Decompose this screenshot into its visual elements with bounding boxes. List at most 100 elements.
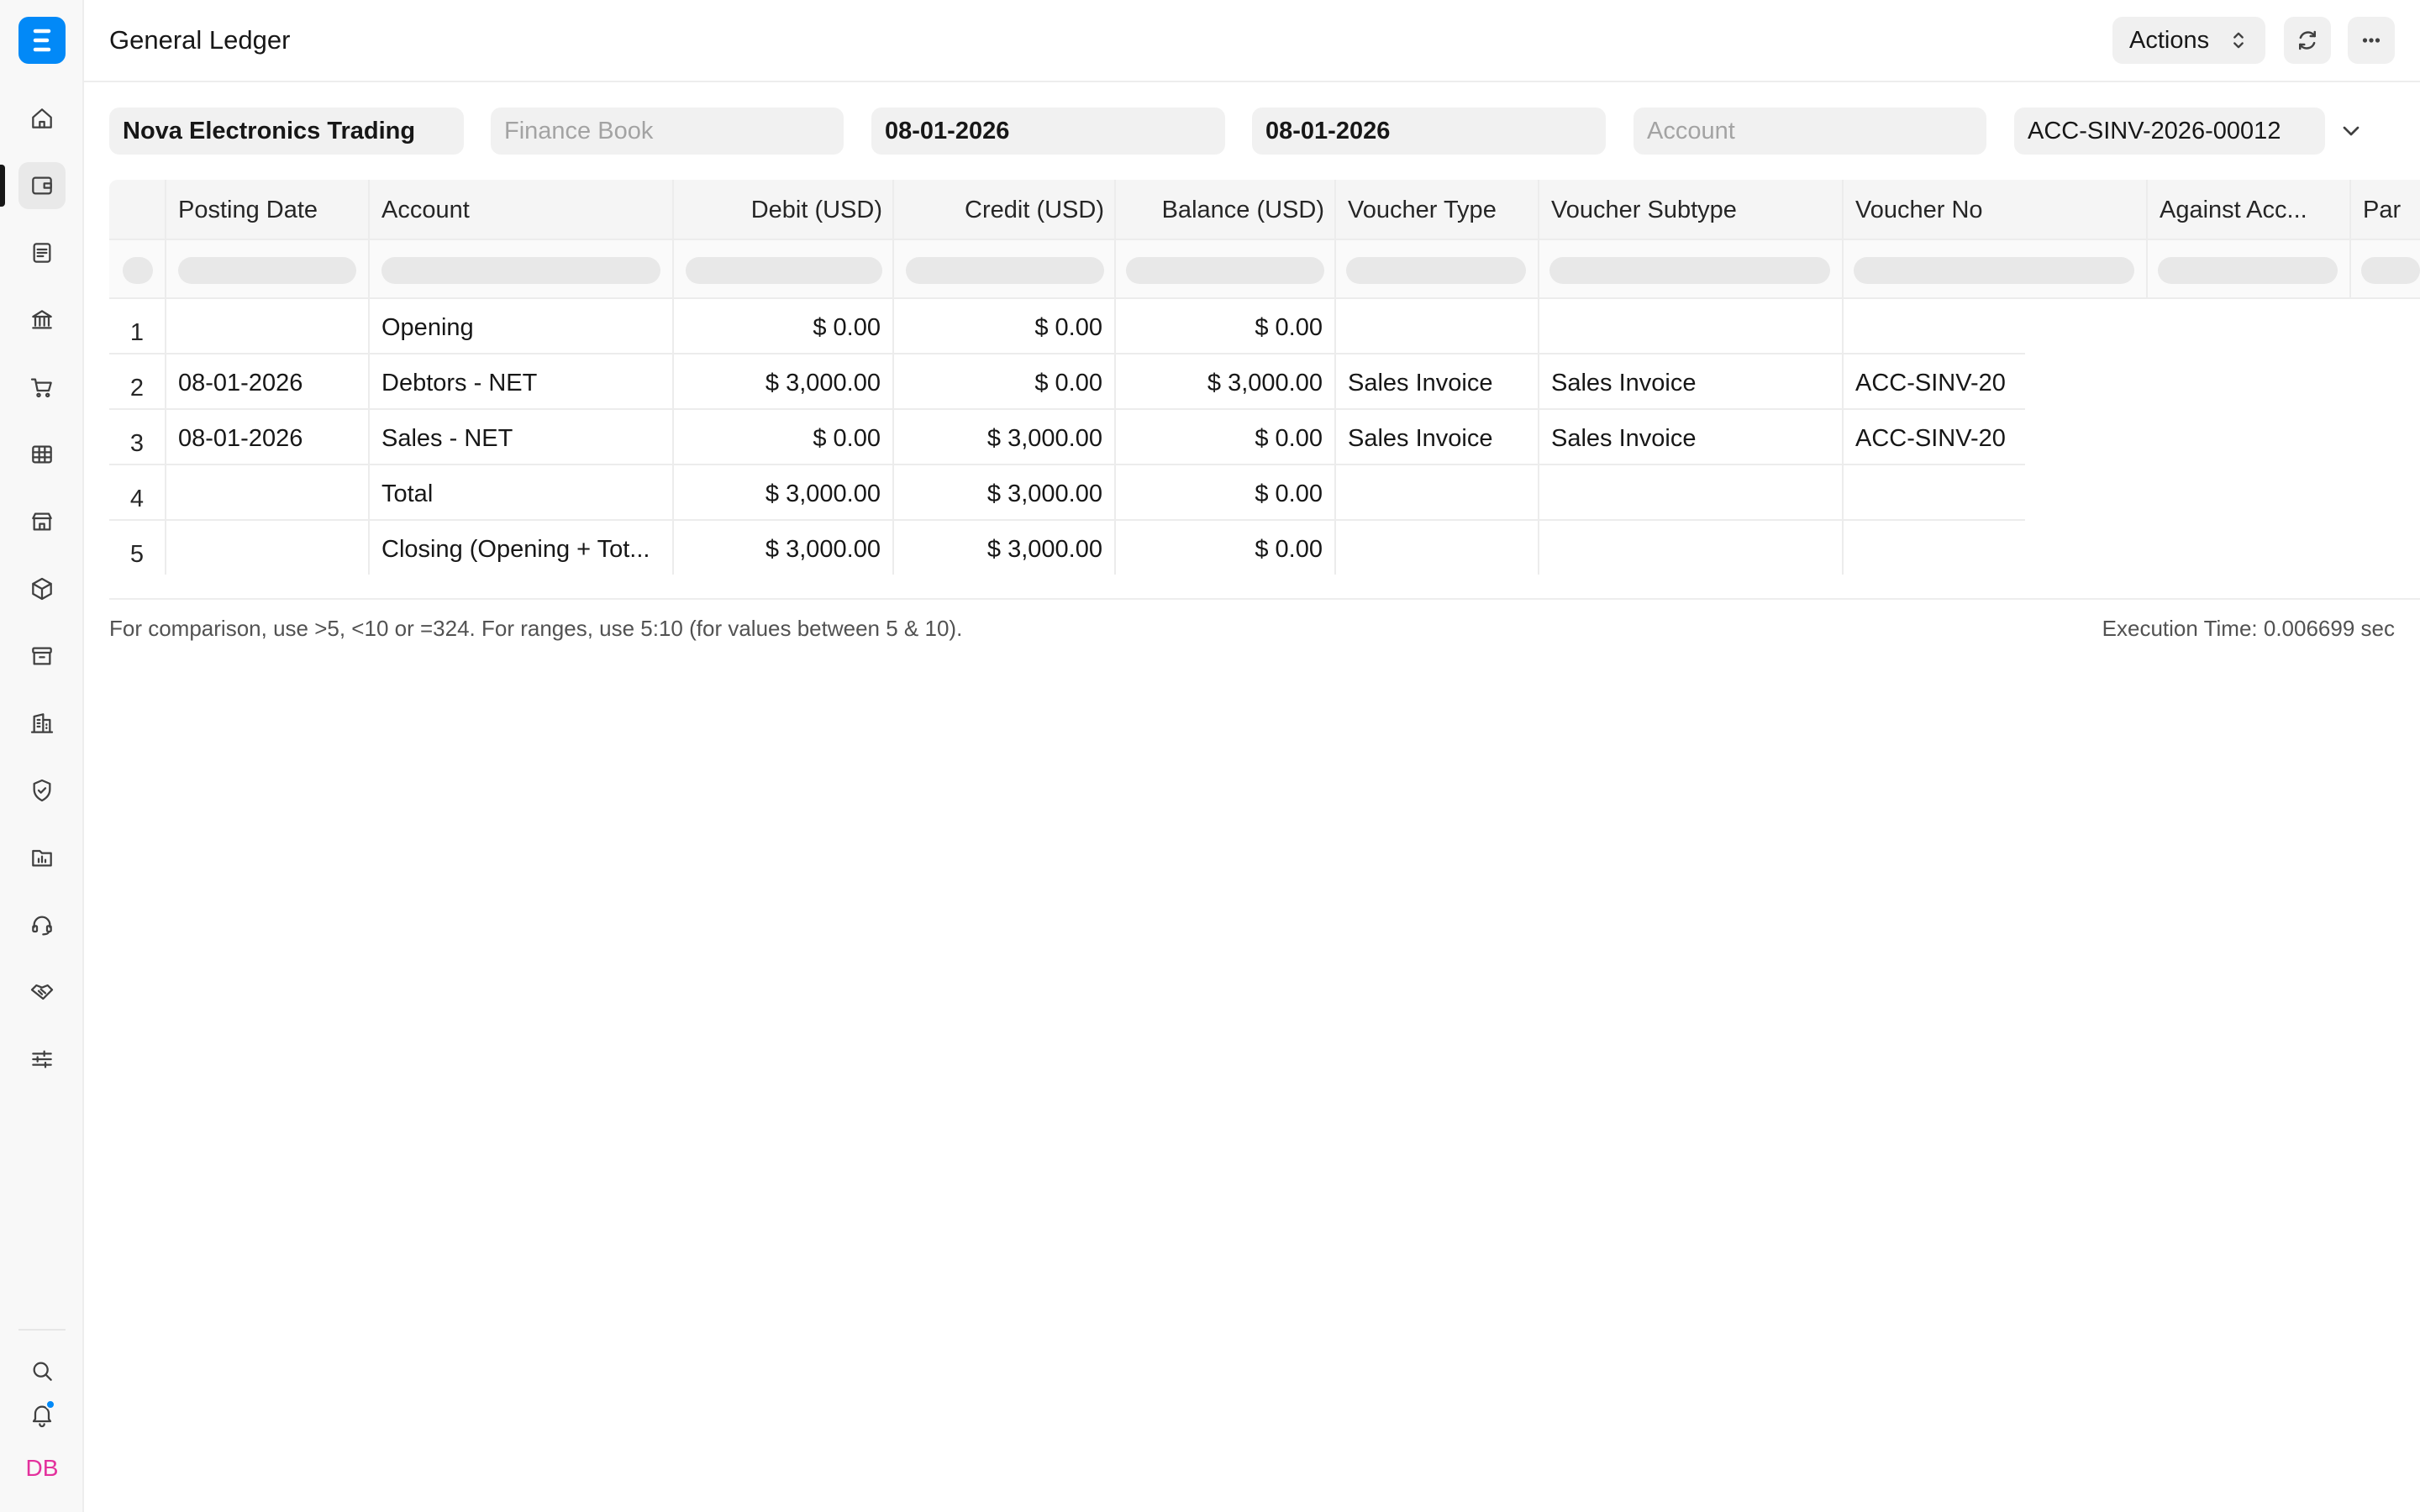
app-logo[interactable] xyxy=(18,17,66,64)
cell-posting-date xyxy=(166,465,368,521)
sidebar-item-documents[interactable] xyxy=(18,229,66,276)
box-icon xyxy=(32,577,52,601)
sidebar-item-home[interactable] xyxy=(18,95,66,142)
cell-voucher-subtype: Sales Invoice xyxy=(1551,370,1697,396)
home-icon xyxy=(32,108,52,129)
cell-balance: $ 0.00 xyxy=(1255,425,1323,452)
sidebar-item-stock[interactable] xyxy=(18,565,66,612)
cell-voucher-subtype: Sales Invoice xyxy=(1551,425,1697,452)
active-nav-marker xyxy=(0,165,5,207)
column-filter-voucher-type[interactable] xyxy=(1346,257,1526,284)
cell-voucher-subtype xyxy=(1539,521,1842,575)
cell-voucher-type xyxy=(1336,465,1538,521)
finance-book-filter[interactable]: Finance Book xyxy=(491,108,844,155)
table-icon xyxy=(32,445,52,464)
cell-voucher-no[interactable]: ACC-SINV-20 xyxy=(1844,410,2025,465)
cell-voucher-no xyxy=(1844,465,2025,521)
sidebar-item-organization[interactable] xyxy=(18,700,66,747)
cell-posting-date xyxy=(166,521,368,575)
table-row[interactable]: 1 Opening $ 0.00 $ 0.00 $ 0.00 xyxy=(109,299,2025,354)
search-button[interactable] xyxy=(18,1347,66,1394)
table-row[interactable]: 2 08-01-2026 Debtors - NET $ 3,000.00 $ … xyxy=(109,354,2025,410)
row-filter-index[interactable] xyxy=(123,257,153,284)
cell-balance: $ 0.00 xyxy=(1255,314,1323,341)
column-header-posting-date[interactable]: Posting Date xyxy=(166,180,368,240)
cell-debit: $ 3,000.00 xyxy=(765,370,881,396)
building-icon xyxy=(30,713,54,733)
column-filter-against-account[interactable] xyxy=(2158,257,2338,284)
company-filter[interactable]: Nova Electronics Trading xyxy=(109,108,464,155)
sidebar-item-accounting[interactable] xyxy=(18,162,66,209)
sidebar-item-crm[interactable] xyxy=(18,969,66,1016)
sidebar-item-reports[interactable] xyxy=(18,431,66,478)
cell-account[interactable]: Debtors - NET xyxy=(370,354,672,410)
column-header-voucher-no[interactable]: Voucher No xyxy=(1844,180,2146,240)
from-date-filter[interactable]: 08-01-2026 xyxy=(871,108,1225,155)
cart-icon xyxy=(30,378,52,398)
column-filter-debit[interactable] xyxy=(686,257,882,284)
column-filter-account[interactable] xyxy=(381,257,660,284)
actions-label: Actions xyxy=(2129,26,2210,54)
notifications-button[interactable] xyxy=(18,1391,66,1438)
voucher-no-filter[interactable]: ACC-SINV-2026-00012 xyxy=(2014,108,2325,155)
folder-chart-icon xyxy=(32,849,52,867)
table-header: Posting Date Account Debit (USD) Credit … xyxy=(109,180,2420,240)
column-header-account[interactable]: Account xyxy=(370,180,672,240)
cell-credit: $ 3,000.00 xyxy=(986,425,1102,452)
sidebar-item-selling[interactable] xyxy=(18,498,66,545)
shield-icon xyxy=(33,779,51,802)
execution-time: Execution Time: 0.006699 sec xyxy=(2102,616,2395,641)
page-title: General Ledger xyxy=(109,25,291,55)
refresh-button[interactable] xyxy=(2284,17,2331,64)
headset-icon xyxy=(32,916,52,936)
column-filter-credit[interactable] xyxy=(906,257,1104,284)
notification-dot xyxy=(45,1399,55,1410)
to-date-filter[interactable]: 08-01-2026 xyxy=(1252,108,1606,155)
sidebar-divider xyxy=(18,1329,66,1331)
cell-balance: $ 0.00 xyxy=(1255,536,1323,563)
sidebar-item-settings[interactable] xyxy=(18,1036,66,1083)
column-header-debit[interactable]: Debit (USD) xyxy=(674,180,894,240)
column-header-voucher-type[interactable]: Voucher Type xyxy=(1336,180,1538,240)
cell-balance: $ 3,000.00 xyxy=(1207,370,1323,396)
sidebar-item-banking[interactable] xyxy=(18,297,66,344)
column-filter-balance[interactable] xyxy=(1126,257,1324,284)
actions-button[interactable]: Actions xyxy=(2112,17,2265,64)
cell-voucher-subtype xyxy=(1539,465,1842,521)
cell-balance: $ 0.00 xyxy=(1255,480,1323,507)
cell-voucher-type xyxy=(1336,299,1538,354)
table-row[interactable]: 4 Total $ 3,000.00 $ 3,000.00 $ 0.00 xyxy=(109,465,2025,521)
column-header-party[interactable]: Par xyxy=(2351,180,2420,240)
sidebar-item-projects[interactable] xyxy=(18,834,66,881)
cell-account: Opening xyxy=(381,314,474,341)
column-header-credit[interactable]: Credit (USD) xyxy=(896,180,1116,240)
cell-account[interactable]: Sales - NET xyxy=(370,410,672,465)
sidebar-item-assets[interactable] xyxy=(18,633,66,680)
sidebar-item-buying[interactable] xyxy=(18,364,66,411)
column-filter-posting-date[interactable] xyxy=(178,257,356,284)
row-index: 3 xyxy=(129,430,145,457)
more-options-button[interactable] xyxy=(2348,17,2395,64)
sidebar-item-support[interactable] xyxy=(18,901,66,948)
chevron-down-icon[interactable] xyxy=(2338,118,2365,144)
table-row[interactable]: 3 08-01-2026 Sales - NET $ 0.00 $ 3,000.… xyxy=(109,410,2025,465)
table-row[interactable]: 5 Closing (Opening + Tot... $ 3,000.00 $… xyxy=(109,521,2025,575)
search-icon xyxy=(33,1362,52,1381)
handshake-icon xyxy=(30,984,54,1000)
cell-debit: $ 0.00 xyxy=(813,425,881,452)
column-header-against-account[interactable]: Against Acc... xyxy=(2148,180,2349,240)
column-filter-voucher-subtype[interactable] xyxy=(1549,257,1830,284)
column-filter-party[interactable] xyxy=(2361,257,2420,284)
cell-voucher-subtype xyxy=(1539,299,1842,354)
cell-debit: $ 3,000.00 xyxy=(765,480,881,507)
column-header-balance[interactable]: Balance (USD) xyxy=(1116,180,1336,240)
sidebar-item-quality[interactable] xyxy=(18,767,66,814)
cell-voucher-no[interactable]: ACC-SINV-20 xyxy=(1844,354,2025,410)
more-horizontal-icon xyxy=(2362,38,2381,43)
cell-voucher-no[interactable] xyxy=(1844,299,2025,354)
column-header-voucher-subtype[interactable]: Voucher Subtype xyxy=(1539,180,1842,240)
account-filter[interactable]: Account xyxy=(1634,108,1986,155)
avatar[interactable]: DB xyxy=(18,1445,66,1492)
cell-posting-date xyxy=(166,299,368,354)
column-filter-voucher-no[interactable] xyxy=(1854,257,2134,284)
